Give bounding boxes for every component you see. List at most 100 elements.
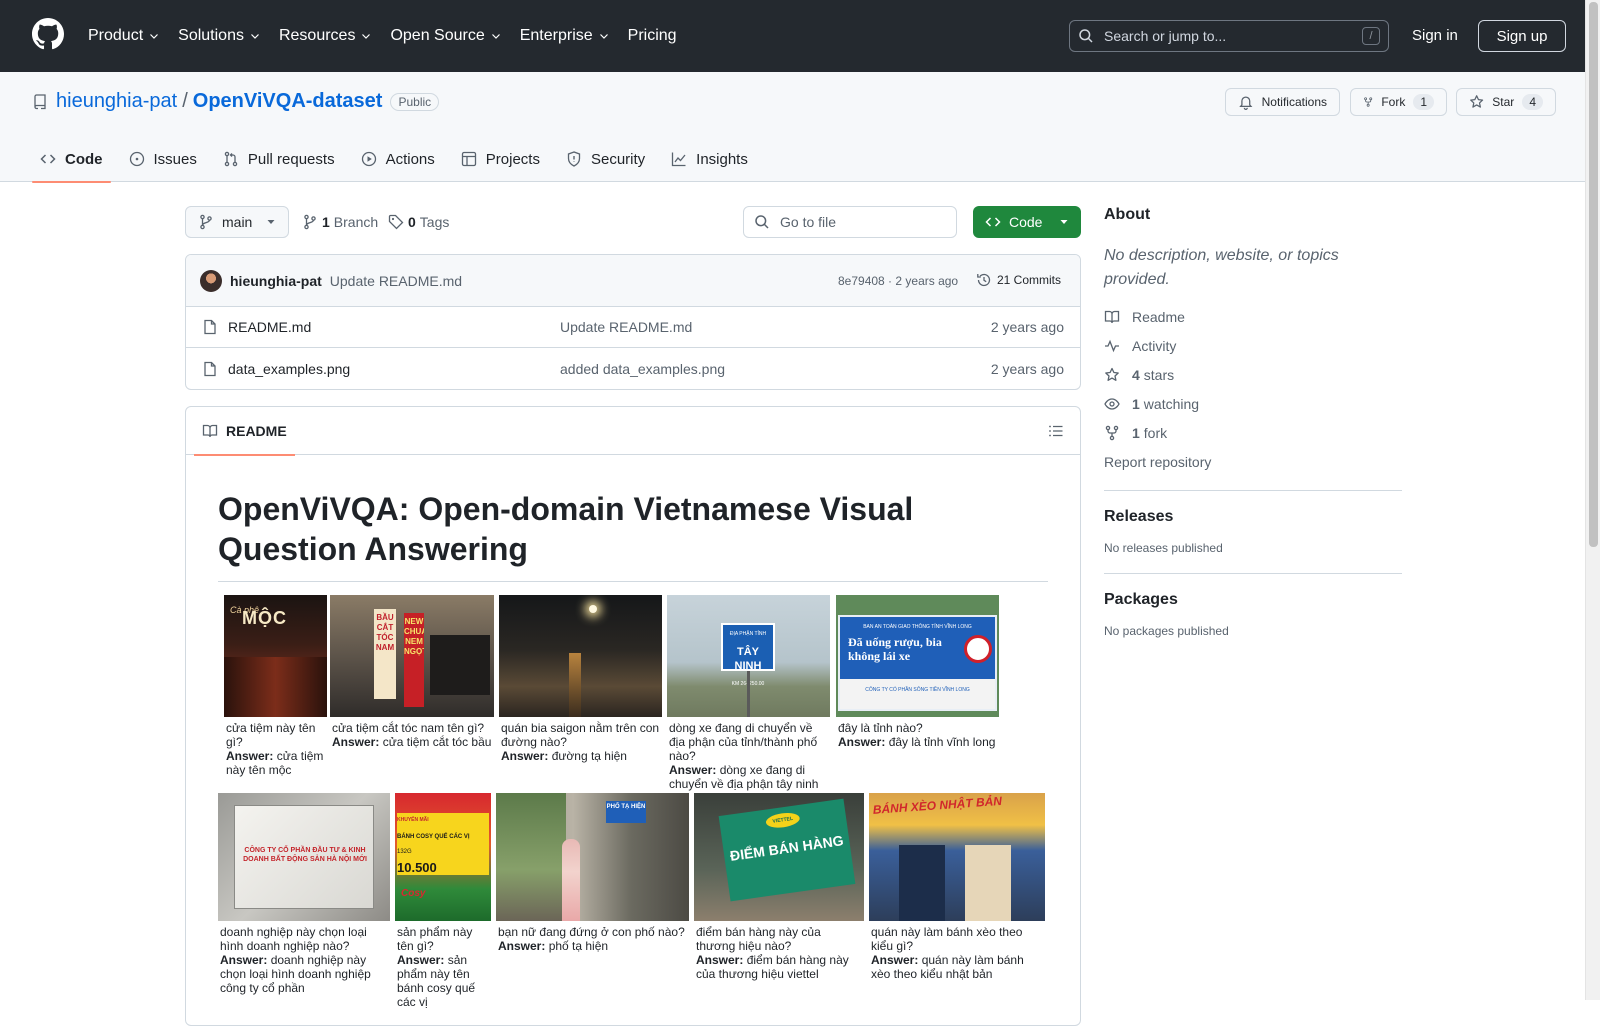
code-button[interactable]: Code: [973, 206, 1081, 238]
activity-link[interactable]: Activity: [1104, 336, 1402, 356]
link-count: 4: [1132, 367, 1140, 383]
releases-title[interactable]: Releases: [1104, 508, 1402, 526]
page-scrollbar[interactable]: [1585, 0, 1600, 1000]
readme-panel: README OpenViVQA: Open-domain Vietnamese…: [185, 406, 1081, 1026]
search-input[interactable]: Search or jump to... /: [1069, 20, 1389, 52]
image-text: ĐỊA PHẬN TỈNH: [729, 631, 767, 637]
play-icon: [361, 151, 376, 167]
code-button-label: Code: [1009, 214, 1043, 230]
image-text: BAN AN TOÀN GIAO THÔNG TỈNH VĨNH LONG: [863, 624, 972, 630]
star-label: Star: [1492, 95, 1515, 109]
forks-link[interactable]: 1 fork: [1104, 423, 1402, 443]
github-logo-icon[interactable]: [32, 18, 64, 50]
global-header: Product Solutions Resources Open Source …: [0, 0, 1585, 72]
readme-tab[interactable]: README: [194, 407, 295, 456]
caret-down-icon: [267, 220, 275, 224]
nav-enterprise[interactable]: Enterprise: [520, 27, 610, 45]
example-question: quán này làm bánh xèo theo kiểu gì?: [871, 925, 1023, 953]
tab-projects[interactable]: Projects: [453, 136, 548, 182]
repo-icon: [34, 93, 46, 109]
tab-security[interactable]: Security: [558, 136, 653, 182]
tab-actions[interactable]: Actions: [353, 136, 443, 182]
nav-label: Pricing: [627, 27, 677, 44]
file-commit-message[interactable]: added data_examples.png: [560, 361, 725, 377]
nav-pricing[interactable]: Pricing: [628, 27, 677, 45]
tab-code[interactable]: Code: [32, 136, 111, 183]
table-icon: [461, 151, 476, 167]
sign-up-button[interactable]: Sign up: [1478, 20, 1566, 52]
file-commit-message[interactable]: Update README.md: [560, 319, 692, 335]
readme-header: README: [186, 407, 1080, 456]
answer-label: Answer:: [332, 735, 380, 749]
example-answer: Answer: sản phẩm này tên bánh cosy quế c…: [397, 953, 489, 1009]
repo-owner-link[interactable]: hieunghia-pat: [56, 90, 177, 113]
notifications-button[interactable]: Notifications: [1225, 88, 1340, 116]
answer-label: Answer:: [397, 953, 445, 967]
commit-hash-time[interactable]: 8e79408 · 2 years ago: [838, 274, 958, 288]
example-answer: Answer: cửa tiệm cắt tóc bầu: [332, 735, 492, 749]
commits-count: 21 Commits: [997, 273, 1062, 287]
star-count: 4: [1522, 94, 1543, 110]
example-caption: điểm bán hàng này của thương hiệu nào? A…: [694, 921, 864, 981]
nav-label: Open Source: [390, 27, 485, 44]
tab-issues[interactable]: Issues: [121, 136, 205, 182]
example-image-street-night: [499, 595, 662, 717]
commits-link[interactable]: 21 Commits: [976, 272, 1061, 288]
example-image-company-plaque: CÔNG TY CỔ PHẦN ĐẦU TƯ & KINH DOANH BẤT …: [218, 793, 390, 921]
example-image-cafe: Cà phê MỘC: [224, 595, 327, 717]
go-to-file-input[interactable]: Go to file: [743, 206, 957, 238]
tab-insights[interactable]: Insights: [663, 136, 756, 182]
sign-in-link[interactable]: Sign in: [1412, 27, 1458, 44]
sign-board: BAN AN TOÀN GIAO THÔNG TỈNH VĨNH LONG Đã…: [838, 615, 997, 711]
repo-name-link[interactable]: OpenViVQA-dataset: [193, 90, 383, 113]
visibility-badge: Public: [390, 92, 440, 111]
example-question: doanh nghiệp này chọn loại hình doanh ng…: [220, 925, 367, 953]
example-answer: Answer: đường tạ hiện: [501, 749, 660, 763]
shield-icon: [567, 151, 581, 167]
example-caption: bạn nữ đang đứng ở con phố nào? Answer: …: [496, 921, 689, 953]
releases-text: No releases published: [1104, 541, 1223, 555]
repo-title: hieunghia-pat / OpenViVQA-dataset Public: [32, 90, 440, 113]
commit-message[interactable]: Update README.md: [330, 273, 462, 289]
nav-resources[interactable]: Resources: [279, 27, 372, 45]
example-question: đây là tỉnh nào?: [838, 721, 923, 735]
examples-row: Cà phê MỘC cửa tiệm này tên gì? Answer: …: [224, 595, 999, 791]
branch-select[interactable]: main: [185, 206, 289, 238]
image-text: BẦU CẮT TÓC NAM: [374, 609, 396, 699]
nav-solutions[interactable]: Solutions: [178, 27, 261, 45]
tab-pull-requests[interactable]: Pull requests: [215, 136, 343, 182]
nav-open-source[interactable]: Open Source: [390, 27, 501, 45]
branch-count: 1: [322, 214, 330, 230]
nav-product[interactable]: Product: [88, 27, 160, 45]
image-text: NEW CHUA NEM NGỌT: [404, 613, 424, 707]
example-answer: Answer: phố tạ hiện: [498, 939, 687, 953]
file-name[interactable]: data_examples.png: [228, 361, 350, 377]
notifications-label: Notifications: [1261, 95, 1327, 109]
sign-board: ĐỊA PHẬN TỈNH TÂY NINH KM 26+250.00: [721, 623, 775, 687]
scrollbar-thumb[interactable]: [1589, 2, 1598, 547]
book-icon: [1104, 310, 1120, 324]
nav-label: Enterprise: [519, 27, 593, 44]
chevron-down-icon: [362, 34, 371, 39]
fork-button[interactable]: Fork 1: [1350, 88, 1447, 116]
stars-link[interactable]: 4 stars: [1104, 365, 1402, 385]
example-image-vinhlong-sign: BAN AN TOÀN GIAO THÔNG TỈNH VĨNH LONG Đã…: [836, 595, 999, 717]
tags-link[interactable]: 0 Tags: [388, 214, 449, 230]
packages-title[interactable]: Packages: [1104, 591, 1402, 609]
list-icon[interactable]: [1048, 423, 1064, 439]
readme-link[interactable]: Readme: [1104, 307, 1402, 327]
star-icon: [1105, 367, 1119, 381]
watching-link[interactable]: 1 watching: [1104, 394, 1402, 414]
search-icon: [1079, 29, 1093, 43]
branches-link[interactable]: 1 Branch: [302, 214, 378, 230]
commit-author[interactable]: hieunghia-pat: [230, 273, 322, 289]
example-caption: dòng xe đang di chuyển về địa phận của t…: [667, 717, 830, 791]
tab-label: Issues: [153, 150, 197, 168]
answer-label: Answer:: [220, 953, 268, 967]
tab-label: Security: [590, 150, 646, 168]
report-repository-link[interactable]: Report repository: [1104, 452, 1402, 472]
avatar[interactable]: [200, 269, 222, 292]
star-button[interactable]: Star 4: [1456, 88, 1556, 116]
fork-count: 1: [1413, 94, 1434, 110]
file-name[interactable]: README.md: [228, 319, 311, 335]
